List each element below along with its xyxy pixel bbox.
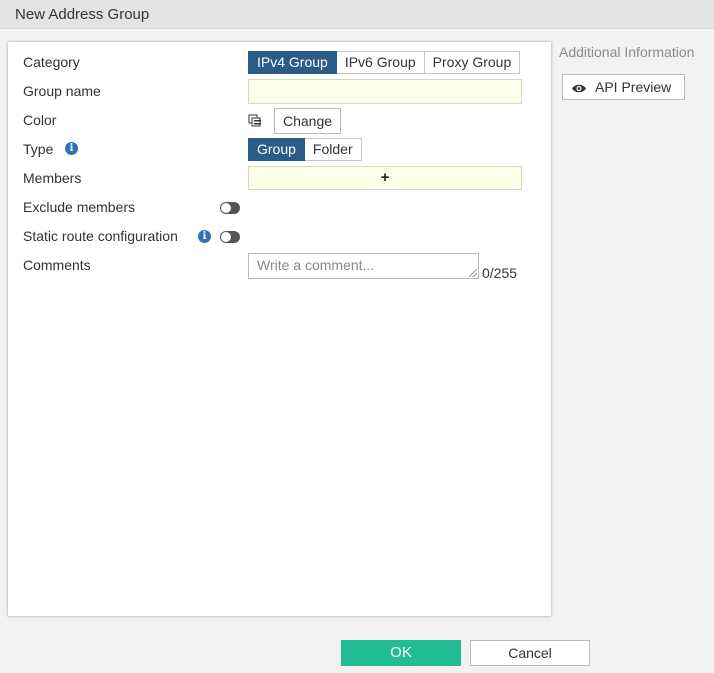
cancel-button[interactable]: Cancel	[470, 640, 590, 666]
comments-counter: 0/255	[482, 265, 518, 281]
type-info-icon[interactable]: i	[65, 142, 78, 155]
static-route-toggle[interactable]	[220, 231, 240, 243]
color-change-button[interactable]: Change	[274, 108, 342, 134]
api-preview-label: API Preview	[595, 79, 672, 95]
type-option-folder[interactable]: Folder	[304, 138, 362, 161]
static-route-label: Static route configuration	[23, 228, 178, 244]
comments-textarea[interactable]: Write a comment...	[248, 253, 479, 279]
eye-icon	[572, 84, 586, 93]
ok-button[interactable]: OK	[341, 640, 461, 666]
type-label: Type	[23, 141, 54, 157]
category-selector: IPv4 Group IPv6 Group Proxy Group	[248, 51, 521, 74]
add-member-button[interactable]: +	[248, 166, 522, 190]
group-name-label: Group name	[23, 83, 101, 99]
category-option-proxy[interactable]: Proxy Group	[424, 51, 521, 74]
additional-info-title: Additional Information	[559, 44, 695, 60]
dialog-title: New Address Group	[0, 0, 714, 29]
members-label: Members	[23, 170, 82, 186]
resize-handle-icon[interactable]	[469, 269, 477, 277]
static-route-info-icon[interactable]: i	[198, 230, 211, 243]
type-option-group[interactable]: Group	[248, 138, 305, 161]
type-selector: Group Folder	[248, 138, 362, 161]
exclude-members-toggle[interactable]	[220, 202, 240, 214]
category-option-ipv6[interactable]: IPv6 Group	[336, 51, 425, 74]
form-panel: Category IPv4 Group IPv6 Group Proxy Gro…	[8, 42, 551, 616]
color-swatch-icon	[248, 114, 261, 127]
category-option-ipv4[interactable]: IPv4 Group	[248, 51, 337, 74]
category-label: Category	[23, 54, 80, 70]
color-label: Color	[23, 112, 57, 128]
exclude-members-label: Exclude members	[23, 199, 136, 215]
group-name-input[interactable]	[248, 79, 522, 104]
comments-placeholder: Write a comment...	[257, 257, 375, 273]
api-preview-button[interactable]: API Preview	[562, 74, 685, 100]
comments-label: Comments	[23, 257, 91, 273]
